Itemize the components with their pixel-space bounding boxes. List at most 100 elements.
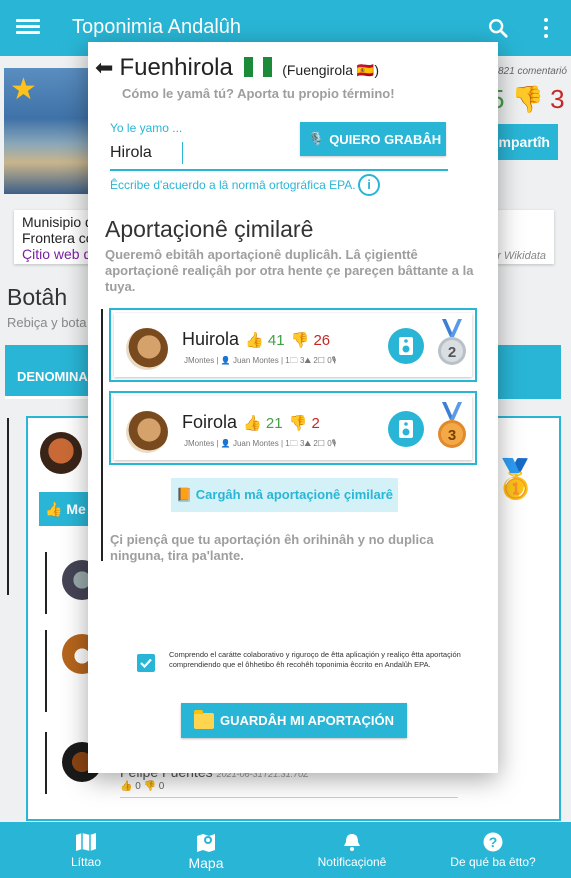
- similar-item-name: Huirola 👍 41 👎 26: [182, 329, 330, 350]
- place-name: Fuenhirola: [119, 54, 233, 81]
- thread-line: [101, 309, 103, 561]
- similar-title: Aportaçionê çimilarê: [105, 216, 314, 242]
- thread-line: [45, 732, 47, 794]
- app-title: Toponimia Andalûh: [72, 16, 242, 38]
- microphone-icon: 🎙️: [308, 131, 325, 146]
- place-votes: 5 👎3: [490, 84, 565, 115]
- search-icon[interactable]: [487, 17, 509, 39]
- original-note: Çi piençâ que tu aportaçión êh orihinâh …: [110, 532, 434, 563]
- nav-label-notifications: Notificaçionê: [317, 855, 387, 869]
- similar-item-title: Foirola: [182, 412, 238, 432]
- votes-up-count: 21: [265, 415, 283, 432]
- speaker-icon: [399, 420, 413, 438]
- similar-item[interactable]: Huirola 👍 41 👎 26 JMontes | 👤 Juan Montes …: [109, 308, 477, 382]
- nav-item-help[interactable]: ? De qué ba êtto?: [446, 822, 540, 878]
- consent-checkbox[interactable]: [137, 654, 155, 672]
- votes-down-count: 26: [313, 332, 331, 349]
- nav-label-map: Mapa: [188, 855, 224, 871]
- play-audio-button[interactable]: [388, 328, 424, 364]
- author-username: JMontes: [184, 356, 215, 365]
- star-icon[interactable]: ★: [10, 72, 37, 107]
- nav-item-list[interactable]: Líttao: [60, 822, 112, 878]
- avatar: [126, 411, 168, 453]
- svg-text:?: ?: [489, 834, 498, 850]
- place-photo: ★: [4, 68, 96, 194]
- similar-description: Queremô ebitâh aportaçionê duplicâh. Lâ …: [105, 247, 474, 294]
- similar-item-body: Huirola 👍 41 👎 26 JMontes | 👤 Juan Montes …: [114, 313, 472, 377]
- name-input[interactable]: [110, 142, 184, 164]
- similar-item-meta: JMontes | 👤 Juan Montes | 1🗀 3⛰ 2☐ 0🎙: [184, 356, 337, 365]
- thread-line: [45, 552, 47, 614]
- consent-text: Comprendo el carátte colaborativo y rigu…: [169, 650, 461, 669]
- play-audio-button[interactable]: [388, 411, 424, 447]
- thumbs-up-icon[interactable]: 👍 41: [245, 332, 285, 349]
- rank-number: 2: [448, 344, 456, 361]
- thumbs-down-icon[interactable]: 👎 2: [289, 415, 320, 432]
- speaker-icon: [399, 337, 413, 355]
- place-original-name: (Fuengirola 🇪🇸): [282, 62, 379, 78]
- load-more-similar-button[interactable]: 📙 Cargâh mâ aportaçionê çimilarê: [171, 478, 398, 512]
- wikidata-source[interactable]: r Wikidata: [497, 250, 546, 262]
- map-pin-icon: [197, 834, 215, 852]
- record-button[interactable]: 🎙️ QUIERO GRABÂH: [300, 122, 446, 156]
- votes-up-count: 41: [267, 332, 285, 349]
- dialog-subtitle: Cómo le yamâ tú? Aporta tu propio términ…: [122, 86, 395, 101]
- similar-item[interactable]: Foirola 👍 21 👎 2 JMontes | 👤 Juan Montes |…: [109, 391, 477, 465]
- similar-item-name: Foirola 👍 21 👎 2: [182, 412, 320, 433]
- help-icon: ?: [483, 832, 503, 852]
- save-contribution-button[interactable]: GUARDÂH MI APORTAÇIÓN: [181, 703, 407, 738]
- author-username: JMontes: [184, 439, 215, 448]
- avatar: [126, 328, 168, 370]
- comment-count: 821 comentarió: [498, 66, 567, 77]
- dialog-header: ⬅ Fuenhirola (Fuengirola 🇪🇸): [95, 54, 379, 82]
- rank-number: 3: [448, 427, 456, 444]
- comment-votes-text: 0 👎 0: [135, 781, 165, 792]
- author-stats: 1🗀 3⛰ 2☐ 0🎙: [285, 439, 337, 448]
- load-more-label: Cargâh mâ aportaçionê çimilarê: [195, 487, 394, 502]
- tab-denominations[interactable]: DENOMINA: [17, 369, 88, 384]
- nav-item-notifications[interactable]: Notificaçionê: [310, 822, 394, 878]
- silver-medal-icon: 2: [438, 319, 466, 365]
- similar-item-body: Foirola 👍 21 👎 2 JMontes | 👤 Juan Montes |…: [114, 396, 472, 460]
- bronze-medal-icon: 3: [438, 402, 466, 448]
- thumbs-up-icon[interactable]: 👍 21: [243, 415, 283, 432]
- thumbs-down-icon[interactable]: 👎 26: [291, 332, 331, 349]
- nav-item-map[interactable]: Mapa: [180, 822, 232, 878]
- author-stats: 1🗀 3⛰ 2☐ 0🎙: [285, 356, 337, 365]
- avatar: [40, 432, 82, 474]
- section-title: Botâh: [7, 284, 68, 310]
- section-subtitle: Rebiça y bota: [7, 315, 87, 330]
- input-underline: [110, 169, 448, 171]
- input-label: Yo le yamo ...: [110, 121, 183, 135]
- like-button[interactable]: 👍 Me: [39, 492, 95, 526]
- votes-down-count: 3: [550, 84, 565, 114]
- record-label: QUIERO GRABÂH: [329, 131, 442, 147]
- author-name: Juan Montes: [232, 356, 279, 365]
- book-icon: 📙: [175, 487, 193, 502]
- votes-down-count: 2: [311, 415, 320, 432]
- thread-line: [7, 418, 9, 595]
- add-contribution-dialog: ⬅ Fuenhirola (Fuengirola 🇪🇸) Cómo le yamâ…: [88, 42, 498, 773]
- menu-icon[interactable]: [16, 16, 40, 40]
- checkmark-icon: [140, 658, 152, 669]
- map-book-icon: [76, 833, 96, 851]
- folder-icon: [193, 709, 214, 729]
- back-arrow-icon[interactable]: ⬅: [95, 55, 113, 80]
- epa-hint: Êccribe d'acuerdo a lâ normâ ortográfica…: [110, 178, 356, 192]
- input-caret: [182, 142, 183, 164]
- thread-line: [45, 630, 47, 712]
- nav-label-help: De qué ba êtto?: [450, 855, 536, 869]
- comment-votes: 👍 0 👎 0: [120, 781, 165, 792]
- author-name: Juan Montes: [232, 439, 279, 448]
- info-icon[interactable]: i: [358, 174, 380, 196]
- thumbs-down-icon[interactable]: 👎: [512, 84, 544, 114]
- more-options-icon[interactable]: [540, 16, 552, 40]
- save-label: GUARDÂH MI APORTAÇIÓN: [219, 713, 395, 728]
- divider: [120, 797, 458, 798]
- bottom-navigation: Líttao Mapa Notificaçionê ? De qué ba êt…: [0, 822, 571, 878]
- bell-icon: [344, 834, 360, 851]
- nav-label-list: Líttao: [70, 855, 102, 869]
- andalusia-flag-icon: [243, 57, 272, 77]
- like-label: Me: [66, 501, 86, 517]
- similar-item-title: Huirola: [182, 329, 240, 349]
